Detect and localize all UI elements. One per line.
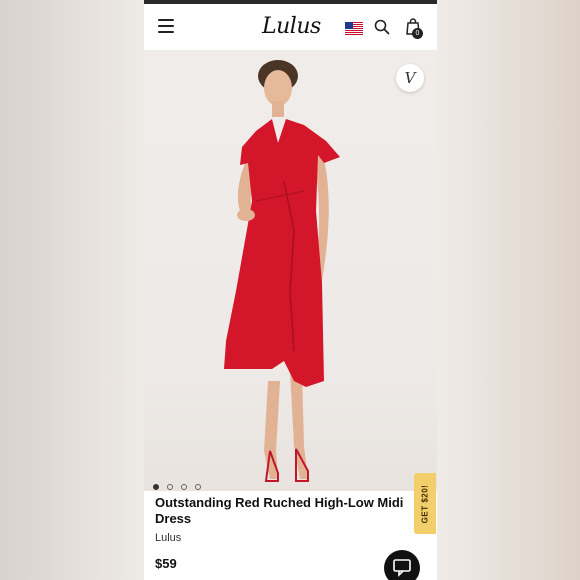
site-logo[interactable]: Lulus — [262, 14, 321, 39]
pagination-dot[interactable] — [195, 484, 201, 490]
product-brand[interactable]: Lulus — [155, 532, 181, 544]
us-flag-icon[interactable] — [345, 22, 363, 35]
chat-bubble-icon — [393, 559, 411, 577]
site-header: Lulus 0 — [144, 4, 437, 51]
chat-button[interactable] — [384, 550, 420, 580]
hamburger-menu-icon[interactable] — [158, 19, 174, 33]
pagination-dot[interactable] — [167, 484, 173, 490]
pagination-dot[interactable] — [153, 484, 159, 490]
background-blur-right — [437, 0, 580, 580]
phone-screen: Lulus 0 V Outstanding Red Ruched High-Lo… — [144, 0, 437, 580]
heart-v-icon: V — [404, 69, 416, 87]
search-icon[interactable] — [374, 19, 390, 35]
product-image[interactable] — [144, 51, 437, 491]
promo-label: GET $20! — [420, 484, 430, 523]
background-blur-left — [0, 0, 144, 580]
pagination-dot[interactable] — [181, 484, 187, 490]
product-price: $59 — [155, 556, 177, 571]
bag-count-badge: 0 — [412, 28, 423, 39]
promo-tab[interactable]: GET $20! — [414, 473, 436, 534]
product-title: Outstanding Red Ruched High-Low Midi Dre… — [155, 495, 404, 526]
favorite-button[interactable]: V — [396, 64, 424, 92]
image-pagination — [153, 477, 209, 490]
